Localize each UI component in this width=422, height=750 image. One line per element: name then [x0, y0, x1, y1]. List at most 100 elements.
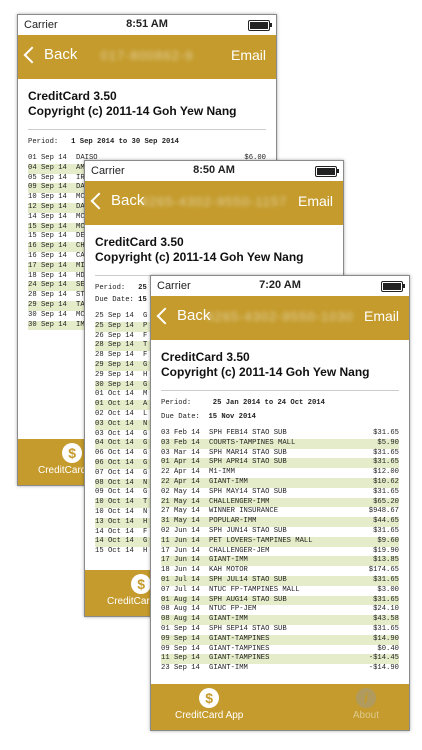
- transaction-date: 09 Oct 14: [95, 488, 134, 497]
- transaction-description: PET LOVERS-TAMPINES MALL: [209, 536, 313, 545]
- transaction-date: 30 Sep 14: [28, 320, 67, 329]
- transaction-date: 02 Jun 14: [161, 526, 200, 535]
- tab-info[interactable]: i About: [353, 688, 379, 721]
- transaction-date: 17 Jun 14: [161, 556, 200, 565]
- divider: [28, 129, 266, 130]
- period-label: Period:: [28, 138, 59, 146]
- transaction-date: 01 Aug 14: [161, 595, 200, 604]
- transaction-date: 08 Aug 14: [161, 605, 200, 614]
- transaction-date: 08 Aug 14: [161, 615, 200, 624]
- transaction-amount: $31.65: [373, 487, 399, 496]
- email-button[interactable]: Email: [298, 193, 333, 209]
- transaction-date: 09 Sep 14: [161, 634, 200, 643]
- transaction-amount: $44.65: [373, 517, 399, 526]
- transaction-description: NTUC FP-TAMPINES MALL: [209, 585, 300, 594]
- transaction-date: 02 May 14: [161, 487, 200, 496]
- transaction-date: 28 Sep 14: [95, 341, 134, 350]
- transaction-date: 22 Apr 14: [161, 477, 200, 486]
- transaction-date: 23 Sep 14: [161, 664, 200, 673]
- transaction-date: 09 Sep 14: [161, 644, 200, 653]
- transaction-description: SPH MAR14 STAO SUB: [209, 448, 287, 457]
- transaction-description: POPULAR-IMM: [209, 517, 257, 526]
- transaction-amount: $0.40: [377, 644, 399, 653]
- transaction-date: 29 Sep 14: [28, 300, 67, 309]
- transaction-date: 30 Sep 14: [95, 380, 134, 389]
- tab-app[interactable]: $ CreditCard App: [175, 688, 243, 721]
- transaction-date: 03 Oct 14: [95, 429, 134, 438]
- transaction-date: 12 Sep 14: [28, 202, 67, 211]
- transaction-description: SPH MAY14 STAO SUB: [209, 487, 287, 496]
- transaction-date: 03 Feb 14: [161, 438, 200, 447]
- transaction-date: 10 Oct 14: [95, 507, 134, 516]
- transaction-amount: $9.60: [377, 536, 399, 545]
- transaction-description: WINNER INSURANCE: [209, 507, 279, 516]
- status-bar: Carrier 8:50 AM: [85, 161, 343, 181]
- transaction-row: 08 Aug 14 GIANT-IMM $43.58: [161, 615, 399, 625]
- transaction-date: 04 Sep 14: [28, 163, 67, 172]
- transaction-row: 03 Feb 14 SPH FEB14 STAO SUB $31.65: [161, 429, 399, 439]
- transaction-date: 11 Sep 14: [161, 654, 200, 663]
- battery-icon: [315, 166, 339, 177]
- transaction-date: 01 Jul 14: [161, 575, 200, 584]
- transaction-date: 30 Sep 14: [28, 310, 67, 319]
- transaction-date: 11 Jun 14: [161, 536, 200, 545]
- transaction-description: KAH MOTOR: [209, 566, 248, 575]
- transaction-date: 03 Oct 14: [95, 419, 134, 428]
- transaction-date: 05 Sep 14: [28, 173, 67, 182]
- app-title: CreditCard 3.50: [161, 350, 250, 364]
- transaction-list: 03 Feb 14 SPH FEB14 STAO SUB $31.65 03 Feb …: [161, 429, 399, 674]
- transaction-amount: $3.00: [377, 585, 399, 594]
- transaction-description: SPH AUG14 STAO SUB: [209, 595, 287, 604]
- transaction-row: 02 Jun 14 SPH JUN14 STAO SUB $31.65: [161, 527, 399, 537]
- period-label: Period:: [161, 399, 192, 407]
- transaction-date: 18 Jun 14: [161, 566, 200, 575]
- transaction-date: 03 Feb 14: [161, 429, 200, 437]
- transaction-amount: -$14.45: [368, 654, 399, 663]
- app-title: CreditCard 3.50: [28, 89, 117, 103]
- transaction-description: GIANT-IMM: [209, 615, 248, 624]
- email-button[interactable]: Email: [231, 47, 266, 63]
- transaction-row: 11 Jun 14 PET LOVERS-TAMPINES MALL $9.60: [161, 536, 399, 547]
- transaction-row: 03 Mar 14 SPH MAR14 STAO SUB $31.65: [161, 449, 399, 459]
- transaction-row: 21 May 14 CHALLENGER-IMM $65.20: [161, 497, 399, 508]
- period-label: Period:: [95, 284, 126, 292]
- period-line: Period: 25 Jan 2014 to 24 Oct 2014: [161, 399, 399, 407]
- copyright: Copyright (c) 2011-14 Goh Yew Nang: [161, 365, 370, 379]
- transaction-date: 24 Sep 14: [28, 281, 67, 290]
- battery-icon: [381, 281, 405, 292]
- tab-info-label: About: [352, 710, 379, 721]
- transaction-description: GIANT-TAMPINES: [209, 654, 270, 663]
- transaction-row: 18 Jun 14 KAH MOTOR $174.65: [161, 566, 399, 576]
- period-value: 25: [138, 284, 147, 292]
- transaction-date: 01 Oct 14: [95, 390, 134, 399]
- transaction-amount: $10.62: [373, 477, 399, 486]
- transaction-description: CHALLENGER-IMM: [209, 497, 270, 506]
- transaction-description: CHALLENGER-JEM: [209, 546, 270, 555]
- nav-bar: Back 4265-4302-9550-1030 Email: [151, 296, 409, 340]
- transaction-amount: $5.90: [377, 438, 399, 447]
- transaction-date: 26 Sep 14: [95, 331, 134, 340]
- period-line: Period: 1 Sep 2014 to 30 Sep 2014: [28, 138, 266, 146]
- transaction-date: 21 May 14: [161, 497, 200, 506]
- clock: 7:20 AM: [259, 279, 301, 291]
- transaction-date: 03 Mar 14: [161, 448, 200, 457]
- transaction-date: 22 Apr 14: [161, 468, 200, 477]
- transaction-date: 07 Oct 14: [95, 468, 134, 477]
- transaction-date: 07 Jul 14: [161, 585, 200, 594]
- transaction-row: 23 Sep 14 GIANT-IMM -$14.90: [161, 664, 399, 674]
- due-label: Due Date:: [95, 296, 134, 304]
- transaction-date: 04 Oct 14: [95, 439, 134, 448]
- transaction-date: 25 Sep 14: [95, 312, 134, 320]
- tab-app-label: CreditCard App: [175, 710, 244, 721]
- nav-bar: Back 4265-4302-9550-1157 Email: [85, 181, 343, 225]
- transaction-description: GIANT-TAMPINES: [209, 644, 270, 653]
- transaction-description: M1-IMM: [209, 468, 235, 477]
- transaction-row: 31 May 14 POPULAR-IMM $44.65: [161, 517, 399, 527]
- transaction-date: 01 Sep 14: [28, 154, 67, 162]
- transaction-amount: $31.65: [373, 448, 399, 457]
- transaction-date: 16 Sep 14: [28, 242, 67, 251]
- transaction-row: 01 Sep 14 SPH SEP14 STAO SUB $31.65: [161, 625, 399, 635]
- transaction-amount: $174.65: [368, 566, 399, 575]
- email-button[interactable]: Email: [364, 308, 399, 324]
- transaction-date: 29 Sep 14: [95, 360, 134, 369]
